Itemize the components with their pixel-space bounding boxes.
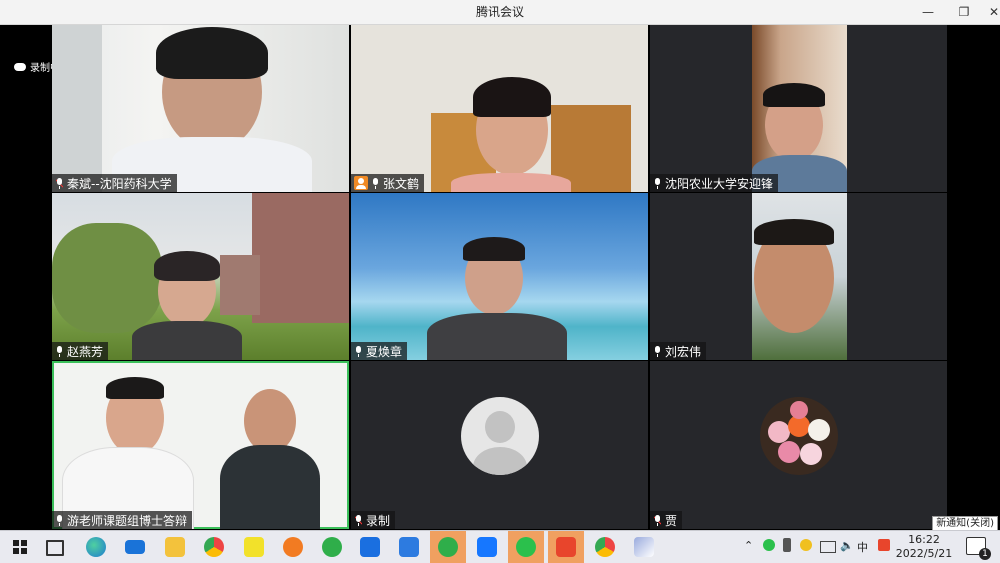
hair (106, 377, 164, 399)
participant-namebar: 录制 (351, 511, 396, 529)
mic-icon (355, 345, 362, 357)
participant-namebar: 秦斌--沈阳药科大学 (52, 174, 177, 192)
host-icon (354, 176, 368, 190)
video-tile[interactable]: 录制 (351, 361, 648, 529)
mic-muted-icon (654, 514, 661, 526)
mic-icon (56, 345, 63, 357)
default-avatar-icon (461, 397, 539, 475)
tree (52, 223, 162, 333)
chrome-icon[interactable] (595, 537, 615, 557)
red-app-icon[interactable] (556, 537, 576, 557)
hair (463, 237, 525, 261)
mic-icon (372, 177, 379, 189)
participant-name: 沈阳农业大学安迎锋 (665, 176, 774, 191)
paint-icon[interactable] (634, 537, 654, 557)
mic-icon (654, 177, 661, 189)
cloud-icon (14, 62, 26, 71)
participant-namebar: 夏焕章 (351, 342, 408, 360)
participant-body (451, 173, 571, 192)
wechat-tray-icon[interactable] (763, 539, 775, 551)
green-circle-app-icon[interactable] (438, 537, 458, 557)
taskbar: ⌃ 🔈 中 16:22 2022/5/21 1 (0, 530, 1000, 563)
window-title: 腾讯会议 (475, 5, 524, 19)
participant-name: 刘宏伟 (665, 344, 702, 359)
green-app-icon[interactable] (322, 537, 342, 557)
participant-body (220, 445, 320, 529)
participant-name: 秦斌--沈阳药科大学 (67, 176, 172, 191)
player-icon[interactable] (244, 537, 264, 557)
video-tile-active-speaker[interactable]: 游老师课题组博士答辩 (52, 361, 349, 529)
title-bar: 腾讯会议 — ❐ ✕ (0, 0, 1000, 25)
action-center-icon[interactable]: 1 (966, 537, 991, 560)
task-view-icon[interactable] (46, 540, 64, 556)
clock-time: 16:22 (908, 533, 940, 546)
video-tile[interactable]: 贾 (650, 361, 947, 529)
tencent-meeting-icon[interactable] (477, 537, 497, 557)
bird-app-icon[interactable] (399, 537, 419, 557)
participant-face (244, 389, 296, 453)
mic-muted-icon (56, 177, 63, 189)
participant-name: 赵燕芳 (67, 344, 104, 359)
participant-namebar: 刘宏伟 (650, 342, 707, 360)
building (252, 193, 349, 323)
video-grid: 录制中 秦斌--沈阳药科大学 张文鹤 沈阳农业大学安迎锋 赵燕芳 夏焕章 刘宏伟… (0, 25, 1000, 530)
mic-icon (654, 345, 661, 357)
participant-namebar: 赵燕芳 (52, 342, 109, 360)
window-panel (52, 25, 102, 192)
network-icon[interactable] (820, 541, 836, 553)
participant-namebar: 贾 (650, 511, 683, 529)
hair (473, 77, 551, 117)
chrome-icon[interactable] (204, 537, 224, 557)
participant-name: 录制 (366, 513, 391, 528)
chevron-up-icon[interactable]: ⌃ (744, 539, 753, 552)
volume-icon[interactable]: 🔈 (840, 539, 854, 552)
participant-name: 贾 (665, 513, 678, 528)
mic-icon (56, 514, 63, 526)
participant-name: 游老师课题组博士答辩 (67, 513, 188, 528)
building (220, 255, 260, 315)
usb-icon[interactable] (783, 538, 791, 552)
maximize-button[interactable]: ❐ (950, 0, 978, 24)
participant-name: 张文鹤 (383, 176, 420, 191)
edge-icon[interactable] (86, 537, 106, 557)
clock-date: 2022/5/21 (895, 547, 953, 560)
participant-name: 夏焕章 (366, 344, 403, 359)
minimize-button[interactable]: — (914, 0, 942, 24)
video-tile[interactable]: 赵燕芳 (52, 193, 349, 360)
video-tile[interactable]: 秦斌--沈阳药科大学 (52, 25, 349, 192)
video-tile[interactable]: 沈阳农业大学安迎锋 (650, 25, 947, 192)
hair (754, 219, 834, 245)
participant-body (427, 313, 567, 360)
video-tile[interactable]: 刘宏伟 (650, 193, 947, 360)
blue-app-icon[interactable] (360, 537, 380, 557)
hair (763, 83, 825, 107)
mic-muted-icon (355, 514, 362, 526)
file-explorer-icon[interactable] (165, 537, 185, 557)
participant-namebar: 沈阳农业大学安迎锋 (650, 174, 779, 192)
participant-namebar: 游老师课题组博士答辩 (52, 511, 193, 529)
participant-body (132, 321, 242, 360)
flower-avatar-icon (760, 397, 838, 475)
close-button[interactable]: ✕ (980, 0, 1000, 24)
app-tray-icon[interactable] (800, 539, 812, 551)
ime-indicator[interactable]: 中 (857, 539, 868, 555)
participant-namebar: 张文鹤 (351, 174, 425, 192)
video-tile[interactable]: 张文鹤 (351, 25, 648, 192)
system-clock[interactable]: 16:22 2022/5/21 (894, 533, 954, 561)
sogou-icon[interactable] (878, 539, 890, 551)
notification-count: 1 (979, 548, 991, 560)
windows-start-icon[interactable] (10, 537, 30, 557)
orange-app-icon[interactable] (283, 537, 303, 557)
mail-icon[interactable] (125, 540, 145, 554)
hair (156, 27, 268, 79)
video-tile[interactable]: 夏焕章 (351, 193, 648, 360)
hair (154, 251, 220, 281)
wechat-icon[interactable] (516, 537, 536, 557)
